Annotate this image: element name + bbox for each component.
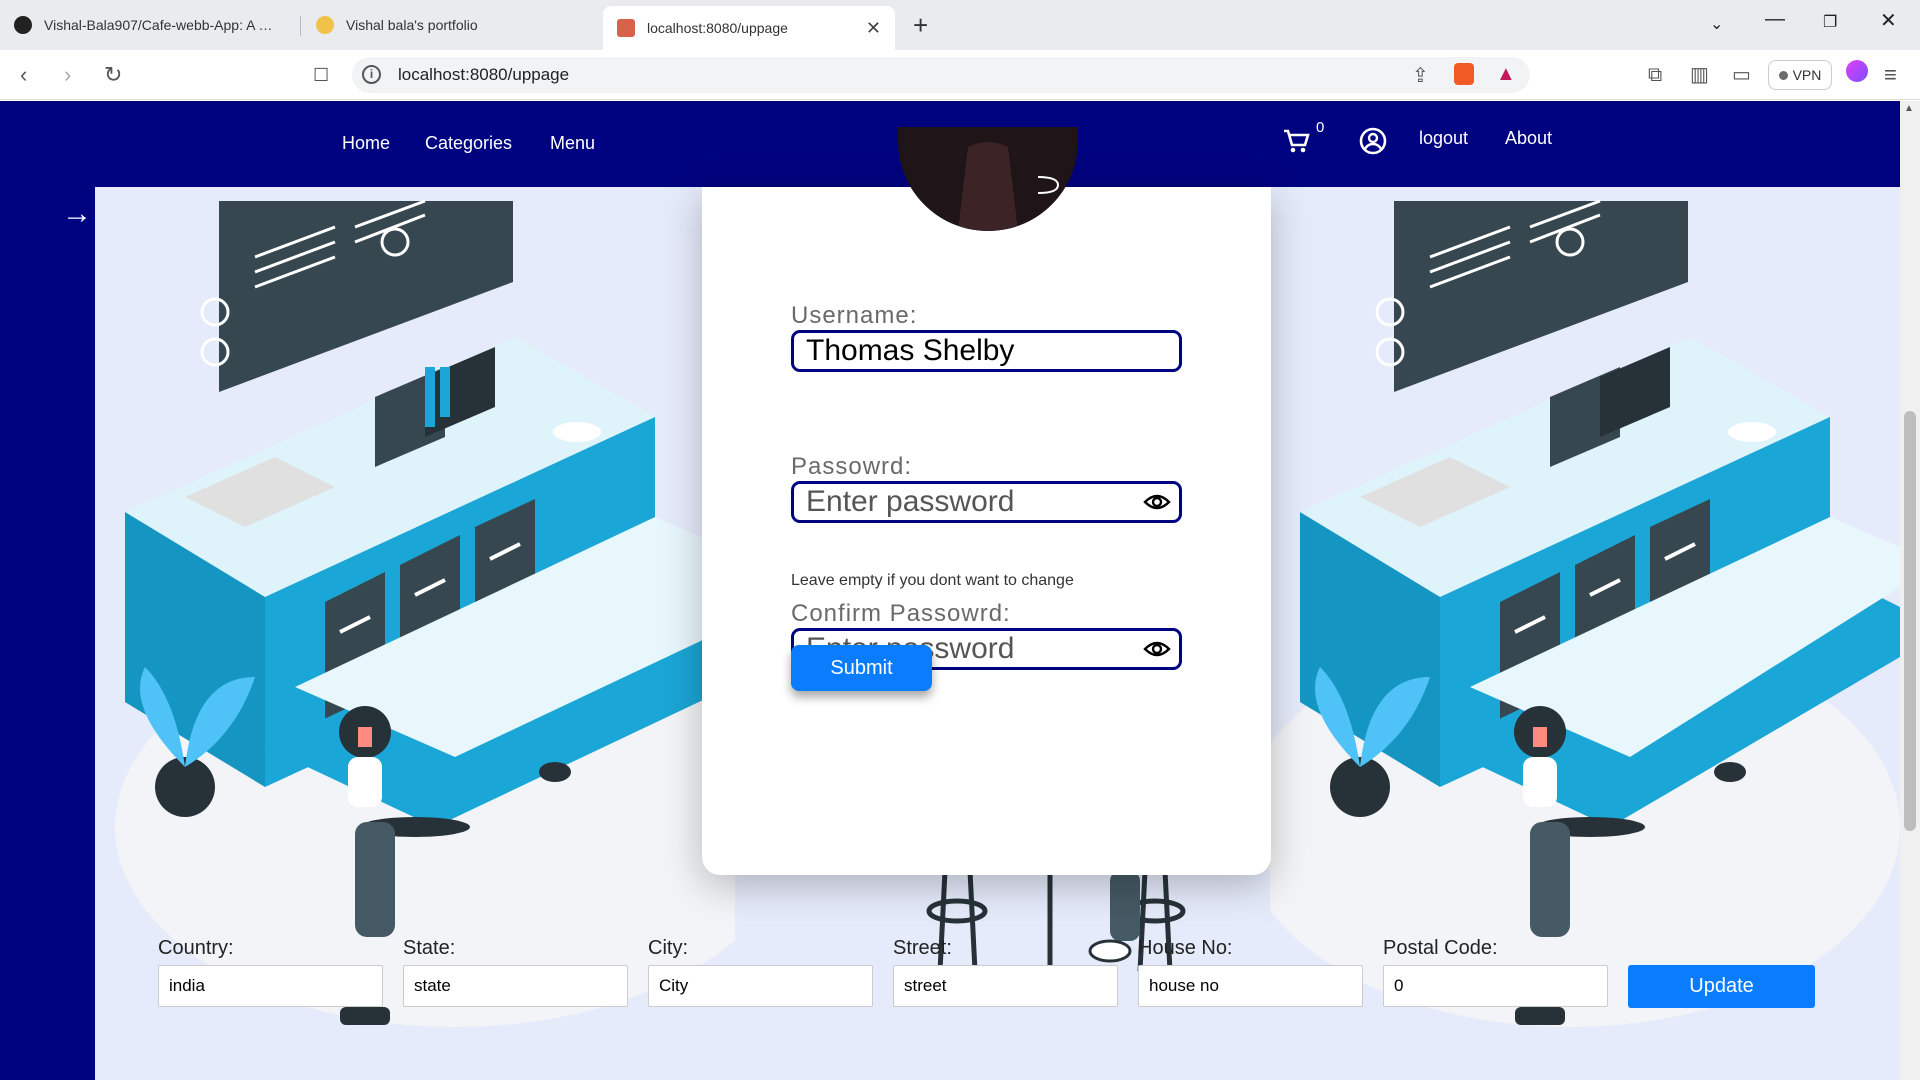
- wallet-icon[interactable]: ▭: [1732, 62, 1751, 88]
- reload-icon[interactable]: ↻: [104, 62, 122, 88]
- password-field[interactable]: [791, 481, 1182, 523]
- confirm-password-label: Confirm Passowrd:: [791, 600, 1011, 627]
- profile-update-card: Username: Passowrd: Leave empty if you d…: [702, 127, 1271, 875]
- vpn-label: VPN: [1792, 67, 1822, 83]
- url-text[interactable]: localhost:8080/uppage: [398, 65, 569, 85]
- vpn-status-icon: [1778, 70, 1788, 80]
- close-tab-icon[interactable]: ✕: [866, 18, 881, 39]
- address-bar[interactable]: i localhost:8080/uppage ⇪ ▲: [352, 57, 1530, 93]
- submit-button[interactable]: Submit: [791, 645, 932, 691]
- arrow-right-icon[interactable]: →: [62, 197, 92, 231]
- username-field[interactable]: [791, 330, 1182, 372]
- menu-icon[interactable]: ≡: [1884, 62, 1897, 88]
- tab-uppage[interactable]: localhost:8080/uppage ✕: [603, 6, 895, 50]
- browser-tab-strip: Vishal-Bala907/Cafe-webb-App: A more Vis…: [0, 0, 1920, 50]
- minimize-icon[interactable]: —: [1765, 8, 1785, 31]
- nav-logout-link[interactable]: logout: [1419, 128, 1468, 149]
- profile-icon[interactable]: [1846, 60, 1868, 82]
- profile-avatar: [898, 127, 1078, 231]
- user-account-icon[interactable]: [1359, 127, 1387, 155]
- nav-home-link[interactable]: Home: [342, 133, 390, 154]
- back-icon[interactable]: ‹: [20, 62, 27, 88]
- username-label: Username:: [791, 302, 918, 329]
- tab-title: Vishal bala's portfolio: [346, 17, 478, 33]
- country-label: Country:: [158, 937, 234, 959]
- github-icon: [14, 16, 32, 34]
- state-input[interactable]: [403, 965, 628, 1007]
- close-window-icon[interactable]: ✕: [1880, 8, 1897, 33]
- cafe-illustration-right: [1270, 199, 1900, 1027]
- postal-code-label: Postal Code:: [1383, 937, 1498, 959]
- browser-toolbar: ‹ › ↻ ☐ i localhost:8080/uppage ⇪ ▲ ⧉ ▥ …: [0, 50, 1920, 100]
- state-label: State:: [403, 937, 456, 959]
- street-input[interactable]: [893, 965, 1118, 1007]
- new-tab-icon[interactable]: +: [913, 10, 928, 41]
- show-password-eye-icon[interactable]: [1143, 490, 1171, 514]
- brave-rewards-icon[interactable]: ▲: [1496, 63, 1516, 86]
- brave-shields-icon[interactable]: [1454, 63, 1474, 85]
- country-input[interactable]: [158, 965, 383, 1007]
- tab-portfolio[interactable]: Vishal bala's portfolio: [302, 6, 598, 44]
- share-icon[interactable]: ⇪: [1412, 63, 1429, 88]
- password-input[interactable]: [794, 484, 1124, 520]
- cart-icon[interactable]: [1282, 127, 1310, 155]
- restore-icon[interactable]: ❐: [1823, 12, 1837, 32]
- sidebar-icon[interactable]: ▥: [1690, 62, 1709, 88]
- street-label: Street:: [893, 937, 952, 959]
- tab-title: localhost:8080/uppage: [647, 20, 788, 36]
- house-no-label: House No:: [1138, 937, 1233, 959]
- password-hint: Leave empty if you dont want to change: [791, 572, 1074, 589]
- tab-title: Vishal-Bala907/Cafe-webb-App: A more: [44, 17, 282, 33]
- house-no-input[interactable]: [1138, 965, 1363, 1007]
- bookmark-icon[interactable]: ☐: [313, 62, 329, 88]
- scrollbar-thumb[interactable]: [1904, 411, 1916, 831]
- extensions-icon[interactable]: ⧉: [1648, 62, 1662, 88]
- tab-github[interactable]: Vishal-Bala907/Cafe-webb-App: A more: [0, 6, 296, 44]
- vpn-button[interactable]: VPN: [1768, 60, 1832, 90]
- cafe-icon: [617, 19, 635, 37]
- postal-code-input[interactable]: [1383, 965, 1608, 1007]
- city-input[interactable]: [648, 965, 873, 1007]
- site-info-icon[interactable]: i: [362, 65, 381, 84]
- page-scrollbar[interactable]: ▲: [1900, 101, 1920, 1080]
- update-button[interactable]: Update: [1628, 965, 1815, 1008]
- page: Home Categories Menu 0 logout About → Us…: [0, 101, 1920, 1080]
- tab-search-icon[interactable]: ⌄: [1710, 14, 1723, 34]
- nav-menu-link[interactable]: Menu: [550, 133, 595, 154]
- show-confirm-password-eye-icon[interactable]: [1143, 637, 1171, 661]
- forward-icon[interactable]: ›: [64, 62, 71, 88]
- left-sidebar: →: [0, 187, 95, 1080]
- nav-categories-link[interactable]: Categories: [425, 133, 512, 154]
- city-label: City:: [648, 937, 688, 959]
- scroll-up-icon[interactable]: ▲: [1904, 103, 1914, 114]
- password-label: Passowrd:: [791, 453, 913, 480]
- avatar-icon: [316, 16, 334, 34]
- cart-count-badge: 0: [1316, 119, 1325, 136]
- nav-about-link[interactable]: About: [1505, 128, 1552, 149]
- username-input[interactable]: [794, 333, 1124, 369]
